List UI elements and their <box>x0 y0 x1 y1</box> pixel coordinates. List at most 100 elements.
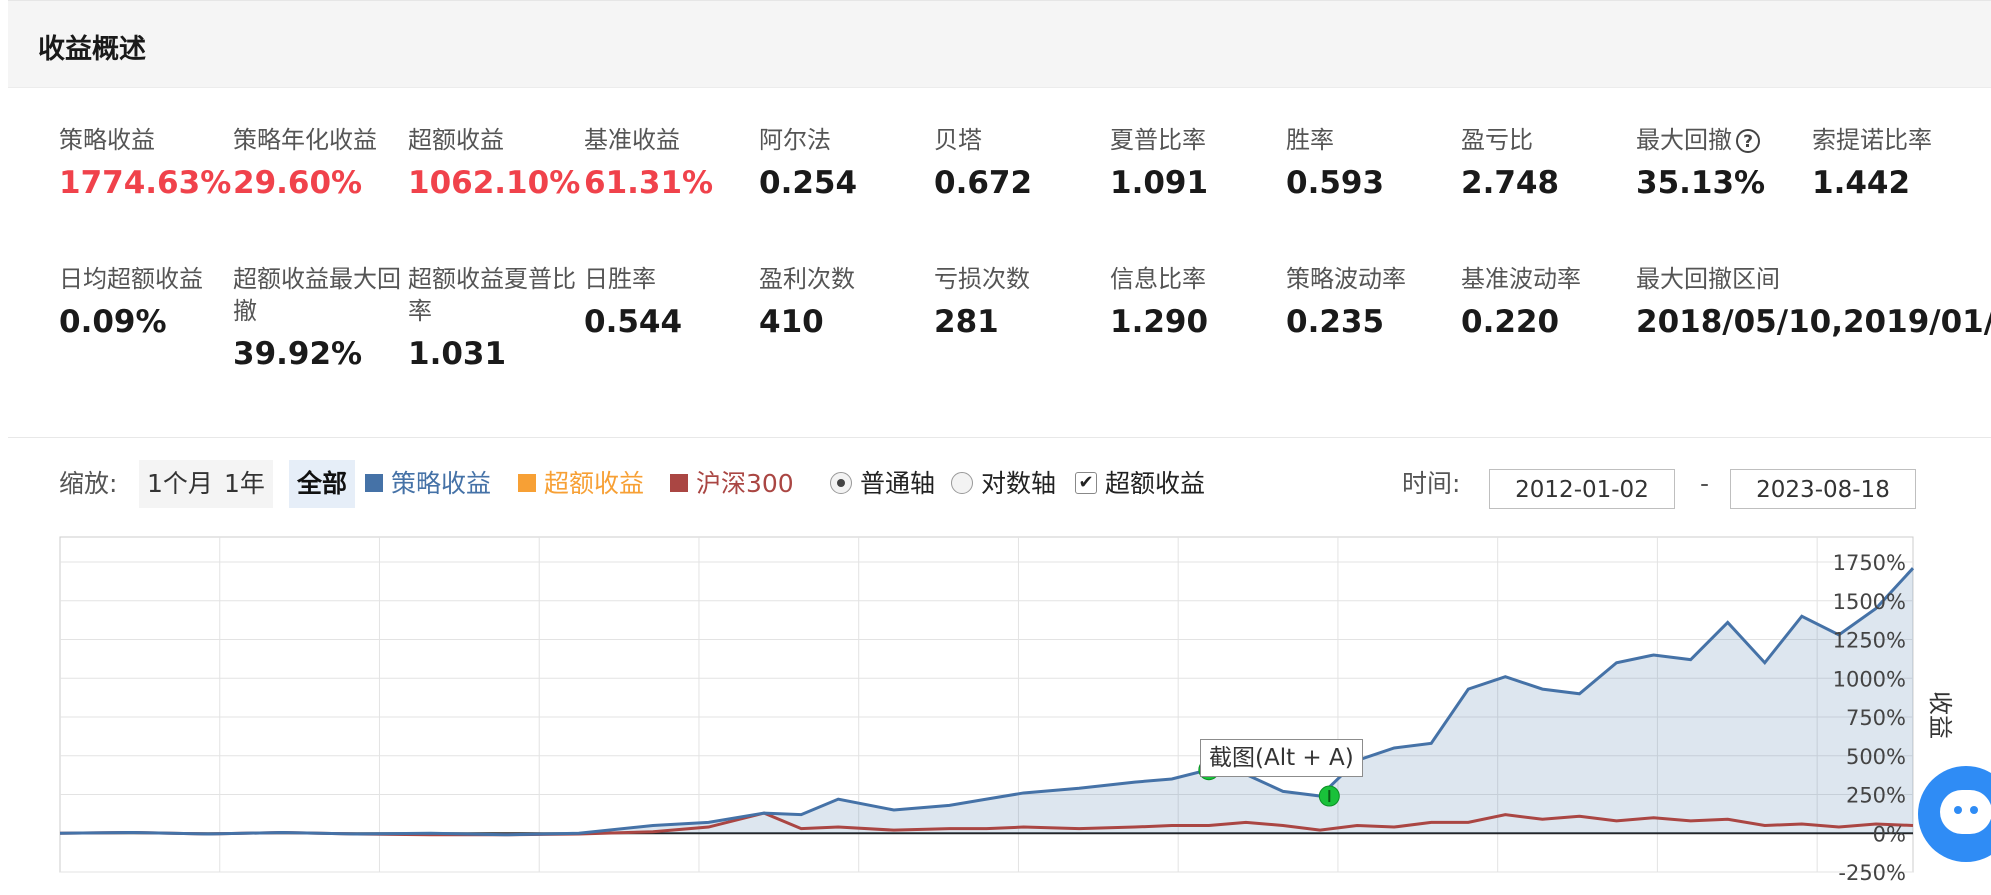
metric-label: 超额收益夏普比率 <box>408 265 576 325</box>
metric-value: 0.220 <box>1461 304 1560 340</box>
start-date-input[interactable]: 2012-01-02 <box>1489 469 1675 509</box>
metric-value: 39.92% <box>233 336 363 372</box>
metric-value: 2018/05/10,2019/01/0 <box>1636 304 1991 340</box>
metric-value: 61.31% <box>584 165 714 201</box>
y-tick-label: -250% <box>1838 861 1906 885</box>
metric-strategy-volatility: 策略波动率 0.235 <box>1286 263 1464 341</box>
radio-label: 对数轴 <box>981 469 1057 498</box>
metric-value: 0.593 <box>1286 165 1385 201</box>
metric-label: 夏普比率 <box>1110 126 1206 154</box>
metric-benchmark-volatility: 基准波动率 0.220 <box>1461 263 1639 341</box>
legend-strategy-return[interactable]: 策略收益 <box>365 460 491 508</box>
section-divider <box>8 437 1991 438</box>
metric-daily-win-rate: 日胜率 0.544 <box>584 263 762 341</box>
screenshot-tooltip: 截图(Alt + A) <box>1200 739 1363 777</box>
metric-loss-count: 亏损次数 281 <box>934 263 1112 341</box>
section-header: 收益概述 <box>8 0 1991 88</box>
metric-label: 基准波动率 <box>1461 265 1581 293</box>
y-tick-label: 1000% <box>1833 667 1906 691</box>
metric-annual-return: 策略年化收益 29.60% <box>233 124 411 202</box>
metric-value: 0.09% <box>59 304 167 340</box>
metric-label: 盈利次数 <box>759 265 855 293</box>
y-tick-label: 1750% <box>1833 551 1906 575</box>
backtest-overview-page: 收益概述 策略收益 1774.63% 策略年化收益 29.60% 超额收益 10… <box>0 0 1991 895</box>
zoom-label: 缩放: <box>59 469 118 498</box>
metric-label: 阿尔法 <box>759 126 831 154</box>
metric-label-text: 最大回撤 <box>1636 126 1732 154</box>
chart-controls: 缩放: 1个月 1年 全部 策略收益 超额收益 沪深300 普通轴 对数轴 ✔ 超… <box>0 460 1991 520</box>
metric-excess-max-drawdown: 超额收益最大回撤 39.92% <box>233 263 411 373</box>
metric-sharpe: 夏普比率 1.091 <box>1110 124 1288 202</box>
assistant-eye-icon <box>1954 806 1962 814</box>
legend-swatch <box>365 474 383 492</box>
metric-label: 基准收益 <box>584 126 680 154</box>
metric-label: 策略波动率 <box>1286 265 1406 293</box>
metric-label: 贝塔 <box>934 126 982 154</box>
legend-swatch <box>670 474 688 492</box>
metric-sortino: 索提诺比率 1.442 <box>1812 124 1990 202</box>
metric-value: 410 <box>759 304 824 340</box>
y-tick-label: 1500% <box>1833 590 1906 614</box>
returns-chart[interactable]: 1750%1500%1250%1000%750%500%250%0%-250% … <box>0 530 1991 895</box>
zoom-1-month-button[interactable]: 1个月 <box>139 460 221 508</box>
metric-excess-sharpe: 超额收益夏普比率 1.031 <box>408 263 586 373</box>
zoom-all-button[interactable]: 全部 <box>289 460 356 508</box>
radio-label: 普通轴 <box>860 469 936 498</box>
metric-label: 策略年化收益 <box>233 126 377 154</box>
y-tick-label: 750% <box>1846 706 1906 730</box>
legend-excess-return[interactable]: 超额收益 <box>518 460 644 508</box>
metric-strategy-return: 策略收益 1774.63% <box>59 124 237 202</box>
metric-information-ratio: 信息比率 1.290 <box>1110 263 1288 341</box>
metric-value: 1774.63% <box>59 165 232 201</box>
metric-value: 35.13% <box>1636 165 1766 201</box>
metric-value: 1.091 <box>1110 165 1209 201</box>
metric-label: 策略收益 <box>59 126 155 154</box>
legend-label: 策略收益 <box>391 469 492 498</box>
metric-label: 最大回撤? <box>1636 124 1814 156</box>
metric-value: 1.290 <box>1110 304 1209 340</box>
metric-value: 0.544 <box>584 304 683 340</box>
time-label: 时间: <box>1402 469 1461 498</box>
metric-excess-return: 超额收益 1062.10% <box>408 124 586 202</box>
axis-log-radio[interactable]: 对数轴 <box>951 460 1056 508</box>
radio-icon <box>951 472 973 494</box>
metric-value: 29.60% <box>233 165 363 201</box>
y-tick-label: 500% <box>1846 745 1906 769</box>
metric-win-count: 盈利次数 410 <box>759 263 937 341</box>
y-axis-label: 收益 <box>1926 691 1954 739</box>
legend-csi300[interactable]: 沪深300 <box>670 460 794 508</box>
end-date-input[interactable]: 2023-08-18 <box>1730 469 1916 509</box>
metric-label: 盈亏比 <box>1461 126 1533 154</box>
metric-value: 0.235 <box>1286 304 1385 340</box>
metric-value: 0.672 <box>934 165 1033 201</box>
metric-label: 最大回撤区间 <box>1636 265 1780 293</box>
help-icon[interactable]: ? <box>1736 129 1760 153</box>
metric-label: 信息比率 <box>1110 265 1206 293</box>
legend-label: 沪深300 <box>696 469 794 498</box>
assistant-face-icon <box>1940 790 1991 834</box>
metric-max-drawdown-period: 最大回撤区间 2018/05/10,2019/01/0 <box>1636 263 1991 341</box>
metric-win-rate: 胜率 0.593 <box>1286 124 1464 202</box>
metric-benchmark-return: 基准收益 61.31% <box>584 124 762 202</box>
y-tick-label: 250% <box>1846 784 1906 808</box>
date-separator: - <box>1700 469 1710 498</box>
y-tick-label: 0% <box>1873 822 1906 846</box>
metric-alpha: 阿尔法 0.254 <box>759 124 937 202</box>
metric-profit-loss-ratio: 盈亏比 2.748 <box>1461 124 1639 202</box>
section-title: 收益概述 <box>38 34 146 65</box>
metric-label: 胜率 <box>1286 126 1334 154</box>
excess-return-checkbox[interactable]: ✔ 超额收益 <box>1075 460 1205 508</box>
metric-label: 日均超额收益 <box>59 265 203 293</box>
axis-normal-radio[interactable]: 普通轴 <box>830 460 935 508</box>
metric-value: 0.254 <box>759 165 858 201</box>
metric-value: 2.748 <box>1461 165 1560 201</box>
metric-daily-excess: 日均超额收益 0.09% <box>59 263 237 341</box>
metric-label: 亏损次数 <box>934 265 1030 293</box>
metric-label: 日胜率 <box>584 265 656 293</box>
zoom-1-year-button[interactable]: 1年 <box>216 460 273 508</box>
checkbox-checked-icon: ✔ <box>1075 472 1097 494</box>
metric-value: 1062.10% <box>408 165 581 201</box>
y-tick-label: 1250% <box>1833 629 1906 653</box>
assistant-eye-icon <box>1970 806 1978 814</box>
legend-swatch <box>518 474 536 492</box>
